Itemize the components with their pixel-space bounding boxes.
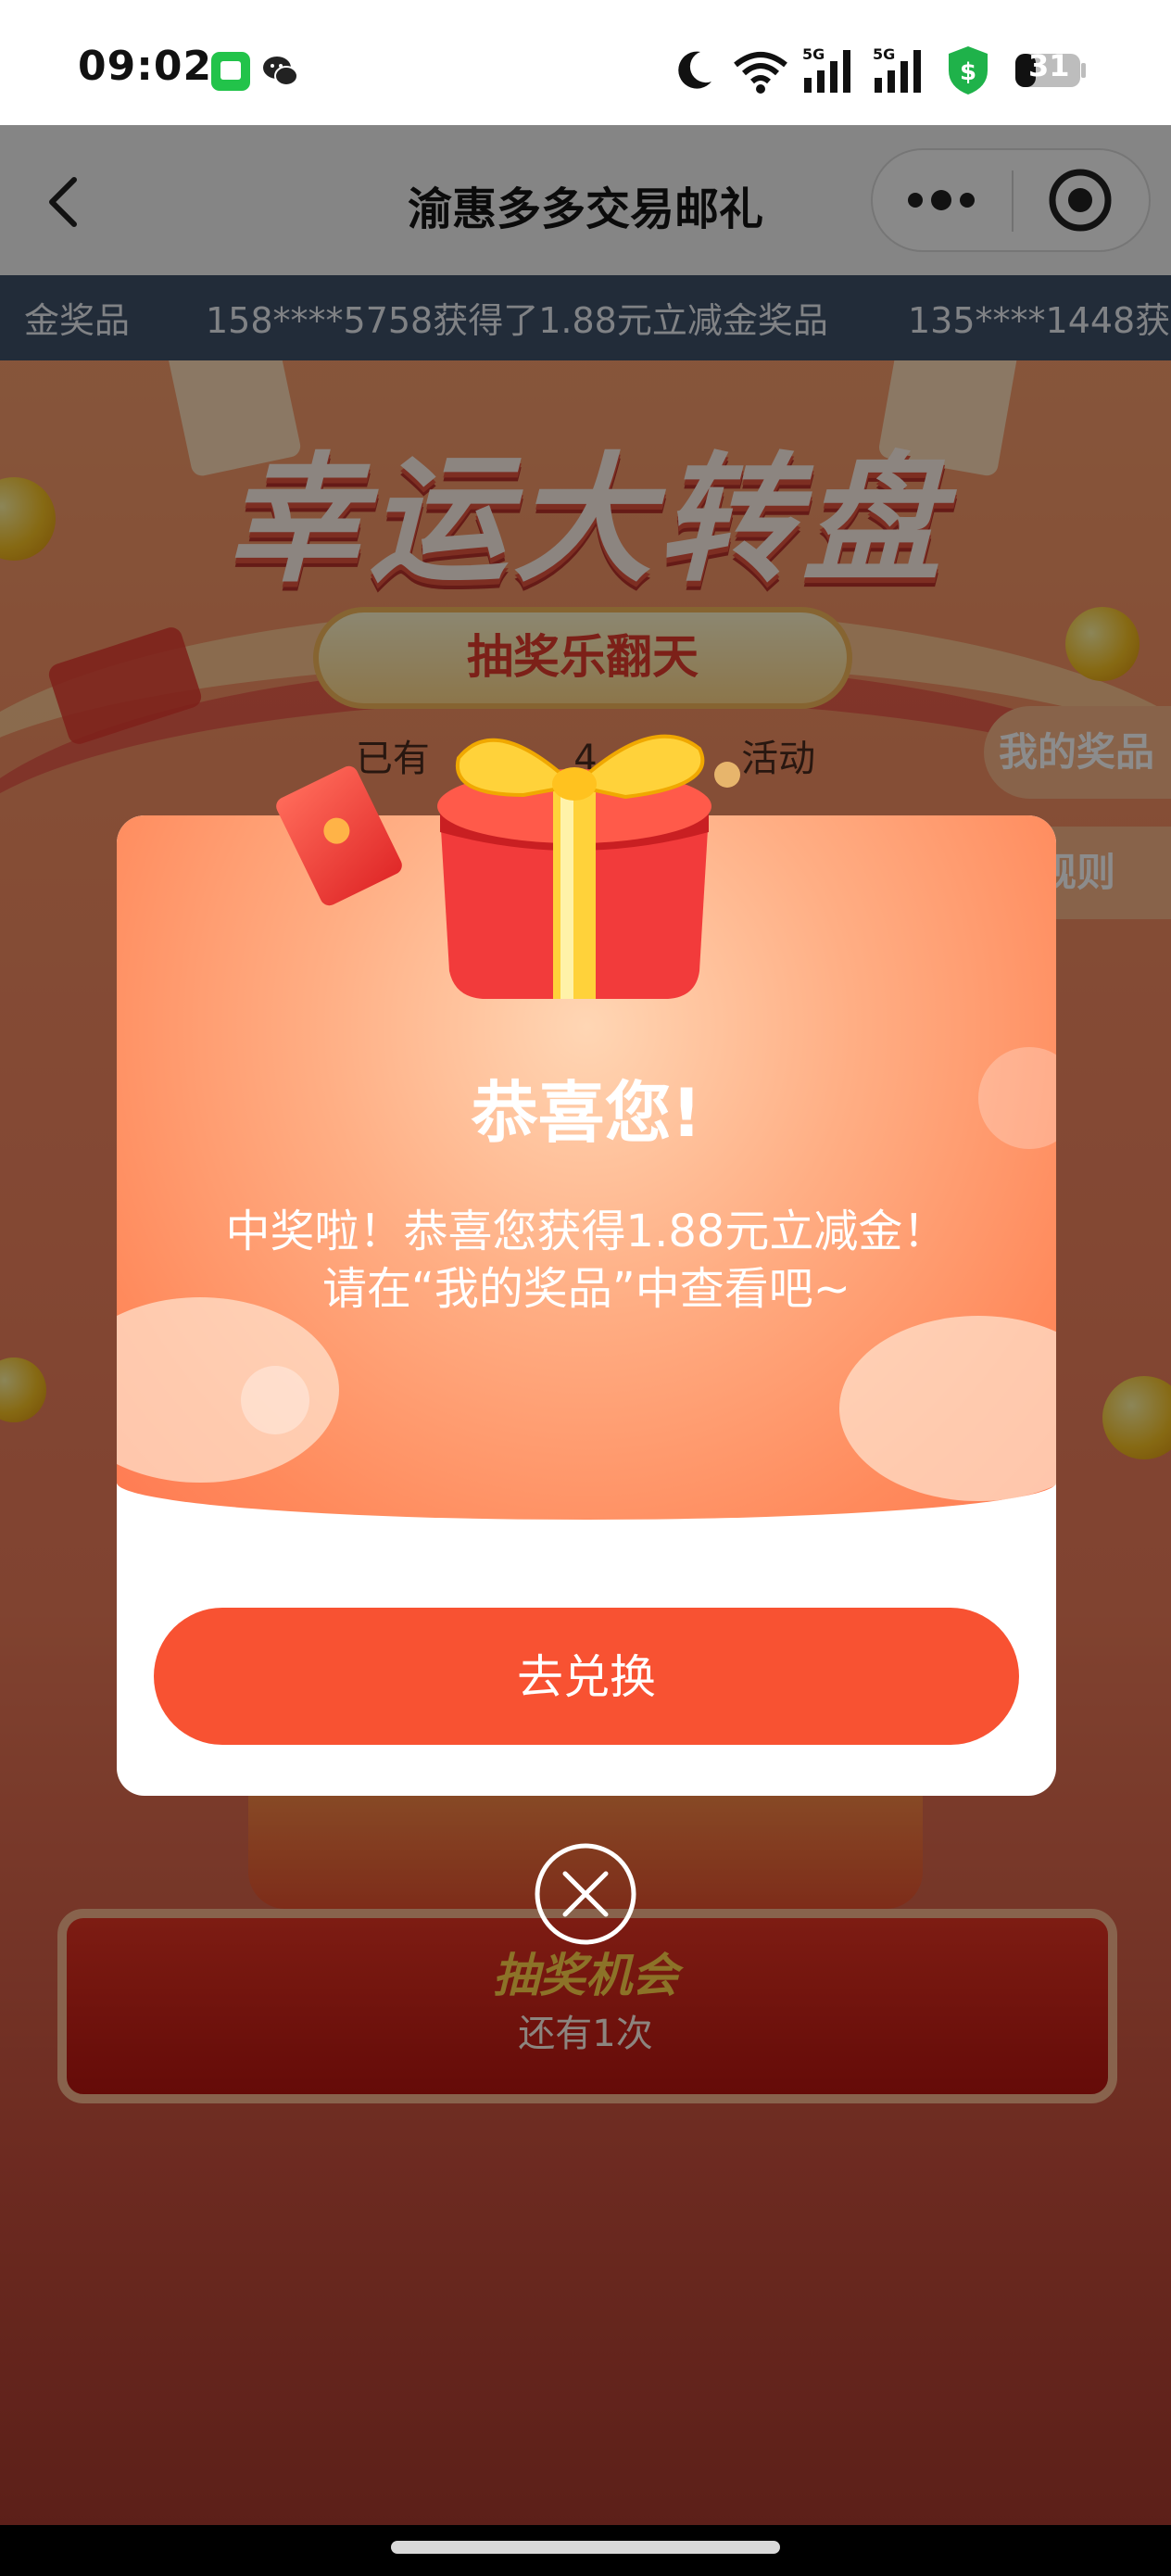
bubble-decoration: [241, 1366, 309, 1434]
close-circle-icon[interactable]: [534, 1842, 637, 1946]
wechat-icon: [263, 57, 298, 86]
modal-title: 恭喜您!: [471, 1074, 702, 1152]
modal-message: 中奖啦！恭喜您获得1.88元立减金！ 请在“我的奖品”中查看吧~: [117, 1203, 1056, 1318]
messages-icon: [211, 52, 250, 91]
home-indicator[interactable]: [391, 2541, 780, 2554]
wifi-icon: [734, 52, 787, 94]
status-time: 09:02: [78, 43, 213, 90]
gift-box-icon: [437, 734, 740, 999]
signal-5g-icon: 5G: [802, 45, 850, 93]
signal-5g-icon: 5G: [873, 45, 921, 93]
battery-level: 31: [1028, 48, 1070, 83]
modal-message-line: 中奖啦！恭喜您获得1.88元立减金！: [225, 1206, 948, 1257]
security-shield-icon: $: [949, 46, 988, 95]
svg-text:5G: 5G: [802, 45, 825, 63]
modal-message-line: 请在“我的奖品”中查看吧~: [322, 1263, 850, 1315]
svg-text:$: $: [960, 58, 976, 86]
svg-text:5G: 5G: [873, 45, 895, 63]
envelope-seal: [319, 813, 355, 849]
status-bar: 09:02 5G 5G $ 31: [0, 0, 1171, 125]
redeem-button[interactable]: 去兑换: [154, 1608, 1019, 1745]
do-not-disturb-icon: [678, 51, 711, 89]
cloud-decoration: [839, 1316, 1056, 1501]
